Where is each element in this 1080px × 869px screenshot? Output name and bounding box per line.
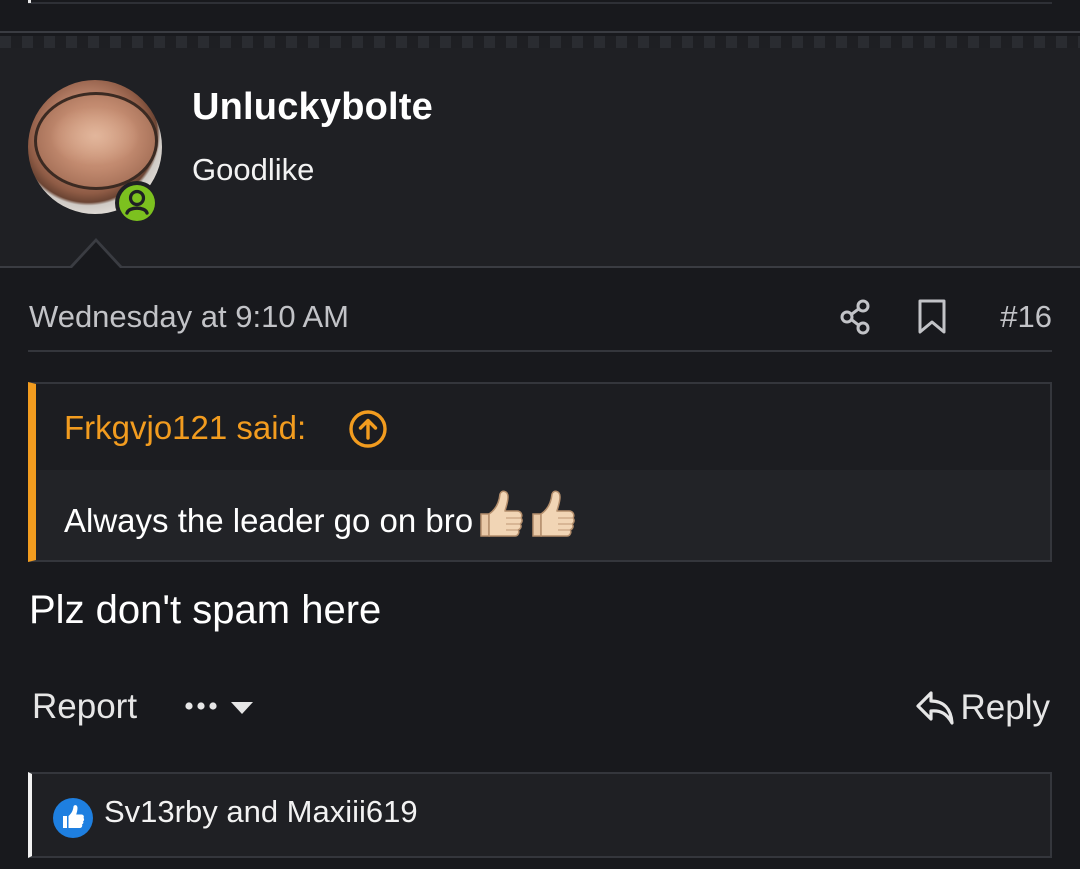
user-title: Goodlike: [192, 152, 315, 187]
reply-label: Reply: [960, 688, 1050, 727]
report-button[interactable]: Report: [32, 687, 137, 727]
quote-text-content: Always the leader go on bro: [64, 502, 474, 539]
meta-divider: [28, 350, 1052, 352]
post-user-header: Unluckybolte Goodlike: [0, 48, 1080, 268]
reactions-bar[interactable]: Sv13rby and Maxiii619: [28, 772, 1052, 858]
user-icon: [125, 189, 149, 215]
quote-author[interactable]: Frkgvjo121 said:: [64, 409, 306, 447]
share-icon[interactable]: [838, 299, 872, 335]
avatar-foam: [50, 106, 140, 166]
thumbs-up-emoji: [480, 490, 523, 537]
reply-button[interactable]: Reply: [915, 686, 1050, 730]
post-separator-line: [0, 31, 1080, 33]
caret-down-icon: [231, 702, 253, 714]
quote-block: Frkgvjo121 said: Always the leader go on…: [28, 382, 1052, 562]
more-actions-button[interactable]: [182, 694, 262, 722]
header-pointer-fill: [72, 242, 120, 268]
jump-to-quote-icon[interactable]: [348, 409, 388, 449]
post-date[interactable]: Wednesday at 9:10 AM: [29, 299, 349, 335]
post-message: Plz don't spam here: [29, 588, 382, 632]
previous-post-border: [28, 0, 1052, 4]
post-separator-pattern: [0, 36, 1080, 48]
quote-body: Always the leader go on bro: [36, 470, 1050, 560]
online-status-badge: [115, 181, 159, 225]
forum-post-page: Unluckybolte Goodlike Wednesday at 9:10 …: [0, 0, 1080, 869]
like-icon: [53, 798, 93, 838]
reply-icon: [915, 691, 954, 725]
username[interactable]: Unluckybolte: [192, 86, 433, 129]
reaction-users[interactable]: Sv13rby and Maxiii619: [104, 794, 418, 830]
previous-post-edge: [28, 0, 31, 3]
thumbs-up-emoji: [532, 490, 575, 537]
bookmark-icon[interactable]: [916, 299, 948, 335]
quote-text: Always the leader go on bro: [64, 488, 577, 540]
quote-header: Frkgvjo121 said:: [36, 384, 1050, 470]
post-number-link[interactable]: #16: [1000, 299, 1052, 335]
